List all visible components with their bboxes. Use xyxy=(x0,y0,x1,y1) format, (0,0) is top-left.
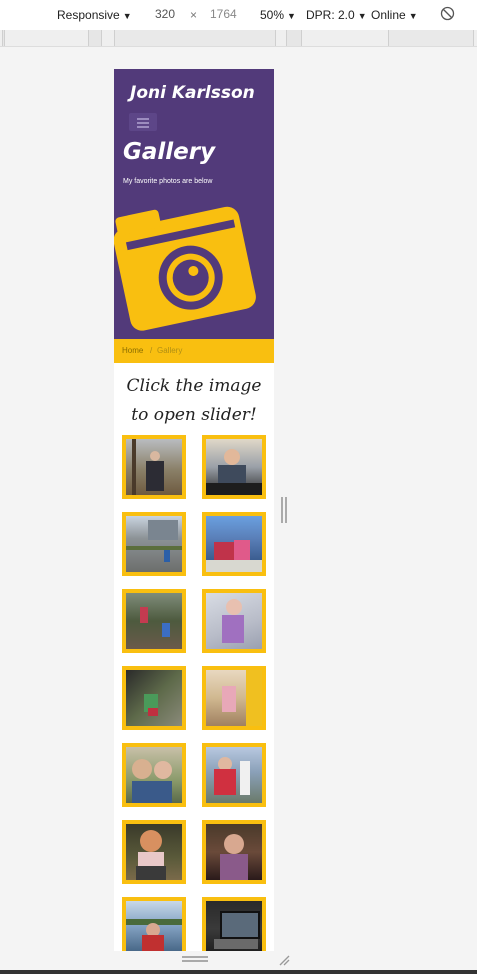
gallery-photo xyxy=(206,901,262,951)
rotate-icon[interactable] xyxy=(440,6,455,24)
page-title: Gallery xyxy=(123,139,216,165)
breadcrumb-current: Gallery xyxy=(157,346,183,355)
viewport-height-input[interactable]: 1764 xyxy=(206,5,241,23)
gallery-photo xyxy=(126,901,182,951)
chevron-down-icon: ▼ xyxy=(357,11,367,21)
gallery-thumbnail[interactable] xyxy=(202,897,266,951)
viewport-width-input[interactable]: 320 xyxy=(151,5,180,23)
device-mode-dropdown[interactable]: Responsive ▼ xyxy=(57,8,132,22)
network-label: Online xyxy=(371,8,406,22)
device-viewport: Joni Karlsson Gallery My favorite photos… xyxy=(114,69,274,951)
gallery-photo xyxy=(126,516,182,572)
gallery-photo xyxy=(126,747,182,803)
media-query-ruler[interactable] xyxy=(0,30,477,47)
gallery-photo xyxy=(126,593,182,649)
chevron-down-icon: ▼ xyxy=(122,11,132,21)
gallery-thumbnail[interactable] xyxy=(202,435,266,499)
chevron-down-icon: ▼ xyxy=(287,11,296,21)
dpr-label: DPR: 2.0 xyxy=(306,8,355,22)
camera-icon xyxy=(114,206,256,331)
gallery-thumbnail[interactable] xyxy=(122,897,186,951)
gallery-instruction: Click the image to open slider! xyxy=(114,372,274,430)
gallery-thumbnail[interactable] xyxy=(122,589,186,653)
gallery-photo xyxy=(206,593,262,649)
device-mode-label: Responsive xyxy=(57,8,120,22)
gallery-thumbnail[interactable] xyxy=(122,666,186,730)
breadcrumb: Home / Gallery xyxy=(114,339,274,363)
gallery-photo xyxy=(206,439,262,495)
gallery-photo xyxy=(206,516,262,572)
gallery-photo xyxy=(126,439,182,495)
site-title[interactable]: Joni Karlsson xyxy=(130,83,255,103)
hero-section: Joni Karlsson Gallery My favorite photos… xyxy=(114,69,274,339)
dpr-dropdown[interactable]: DPR: 2.0 ▼ xyxy=(306,8,367,22)
hamburger-menu-icon[interactable] xyxy=(129,113,157,131)
gallery-photo xyxy=(206,670,262,726)
gallery-thumbnail[interactable] xyxy=(122,512,186,576)
breadcrumb-separator: / xyxy=(150,346,153,355)
network-throttle-dropdown[interactable]: Online ▼ xyxy=(371,8,418,22)
devtools-toolbar: Responsive ▼ 320 × 1764 50% ▼ DPR: 2.0 ▼ On… xyxy=(0,0,477,31)
gallery-thumbnail[interactable] xyxy=(122,820,186,884)
instruction-line-2: to open slider! xyxy=(131,405,257,425)
gallery-thumbnail[interactable] xyxy=(202,820,266,884)
chevron-down-icon: ▼ xyxy=(408,11,418,21)
viewport-corner-resize-handle[interactable] xyxy=(278,954,290,966)
gallery-thumbnail[interactable] xyxy=(122,435,186,499)
gallery-thumbnail[interactable] xyxy=(122,743,186,807)
instruction-line-1: Click the image xyxy=(126,376,262,396)
gallery-photo xyxy=(126,670,182,726)
gallery-thumbnail[interactable] xyxy=(202,666,266,730)
viewport-width-resize-handle[interactable] xyxy=(281,497,287,523)
gallery-photo xyxy=(126,824,182,880)
gallery-thumbnail[interactable] xyxy=(202,743,266,807)
bottom-border xyxy=(0,970,477,974)
dimension-separator: × xyxy=(190,8,198,22)
viewport-height-resize-handle[interactable] xyxy=(182,956,208,962)
zoom-label: 50% xyxy=(260,8,285,22)
page-subtitle: My favorite photos are below xyxy=(123,178,213,185)
gallery-thumbnail[interactable] xyxy=(202,512,266,576)
gallery-thumbnail[interactable] xyxy=(202,589,266,653)
breadcrumb-home-link[interactable]: Home xyxy=(122,339,143,363)
gallery-photo xyxy=(206,824,262,880)
gallery-photo xyxy=(206,747,262,803)
zoom-dropdown[interactable]: 50% ▼ xyxy=(260,8,296,22)
